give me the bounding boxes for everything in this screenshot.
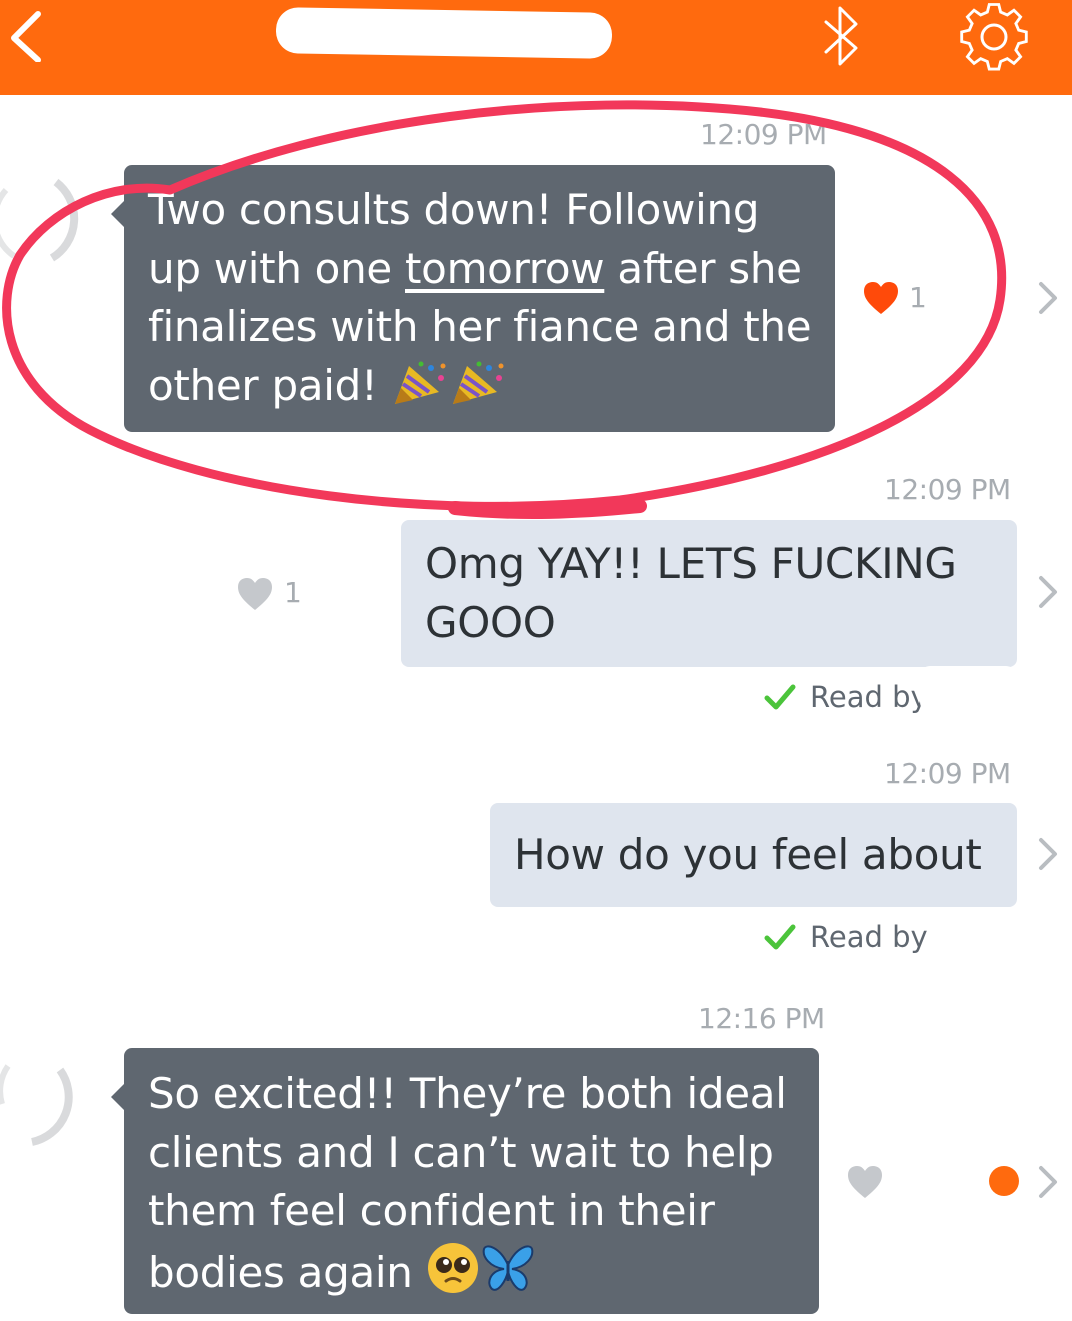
checkmark-icon [764, 924, 796, 950]
read-by-label: Read by [810, 680, 928, 714]
message-bubble-outgoing[interactable]: How do you feel about [490, 803, 1017, 907]
butterfly-icon [482, 1245, 533, 1291]
message-text: them feel confident in their [148, 1186, 715, 1236]
reader-name-redacted [936, 910, 1016, 950]
message-timestamp: 12:16 PM [698, 1002, 825, 1035]
message-link[interactable]: tomorrow [405, 244, 605, 293]
chevron-right-icon[interactable] [1033, 1162, 1063, 1202]
message-timestamp: 12:09 PM [884, 473, 1011, 506]
avatar-image [0, 1064, 73, 1146]
message-text: after she [604, 243, 802, 293]
chevron-right-icon[interactable] [1033, 834, 1063, 874]
message-text: other paid! [148, 361, 391, 411]
message-text: bodies again [148, 1248, 426, 1298]
chevron-right-icon[interactable] [1033, 572, 1063, 612]
checkmark-icon [764, 684, 796, 710]
avatar-image [0, 178, 79, 262]
bluetooth-icon[interactable] [816, 2, 866, 72]
heart-icon[interactable] [236, 576, 274, 612]
message-timestamp: 12:09 PM [884, 757, 1011, 790]
sender-name-redacted [120, 108, 420, 150]
message-text: How do you feel about [514, 830, 982, 879]
party-popper-icon [394, 361, 446, 405]
sender-avatar[interactable] [0, 1044, 94, 1152]
chat-header [0, 0, 1072, 95]
message-text: up with one [148, 243, 405, 293]
message-bubble-incoming[interactable]: Two consults down! Following up with one… [111, 165, 835, 432]
heart-icon[interactable] [846, 1164, 884, 1200]
pleading-face-icon [427, 1243, 478, 1294]
chevron-left-icon[interactable] [4, 8, 54, 62]
message-timestamp: 12:09 PM [700, 118, 827, 151]
sender-avatar[interactable] [0, 160, 94, 268]
message-bubble-incoming[interactable]: So excited!! They’re both ideal clients … [111, 1048, 819, 1314]
message-text: clients and I can’t wait to help [148, 1127, 774, 1177]
gear-icon[interactable] [956, 2, 1032, 72]
reader-name-redacted [920, 666, 1016, 712]
read-by-label: Read by [810, 920, 928, 954]
like-count: 1 [909, 281, 927, 314]
contact-name-redacted [275, 7, 613, 59]
read-receipt: Read by [764, 666, 1024, 716]
unread-indicator [989, 1166, 1019, 1196]
message-text: finalizes with her fiance and the [148, 302, 812, 352]
like-count: 1 [284, 576, 302, 609]
chevron-right-icon[interactable] [1033, 278, 1063, 318]
message-text: GOOO [425, 597, 556, 647]
party-popper-icon [452, 361, 504, 405]
message-text: Omg YAY!! LETS FUCKING [425, 539, 957, 588]
message-bubble-outgoing[interactable]: Omg YAY!! LETS FUCKING GOOO [401, 520, 1017, 667]
heart-icon[interactable] [862, 280, 900, 316]
message-text: Two consults down! Following [148, 185, 760, 234]
read-receipt: Read by [764, 910, 1024, 956]
message-text: So excited!! They’re both ideal [148, 1069, 787, 1118]
